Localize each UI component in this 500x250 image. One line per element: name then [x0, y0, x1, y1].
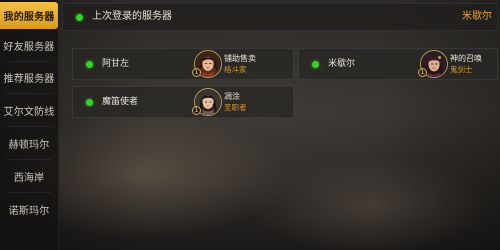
character-name: 凋涂 [224, 92, 240, 101]
tab-divider [6, 126, 52, 127]
online-status-dot [86, 99, 93, 106]
last-login-bar[interactable]: 上次登录的服务器 米歇尔 [62, 3, 498, 31]
level-badge-icon: 1 [192, 68, 201, 77]
character-class: 圣职者 [224, 103, 247, 112]
character-class: 鬼剑士 [450, 65, 473, 74]
server-name: 魔笛使者 [102, 97, 139, 107]
tab-hendon-myre[interactable]: 赫顿玛尔 [0, 128, 58, 158]
tab-divider [6, 93, 52, 94]
online-status-dot [76, 14, 83, 21]
character-name: 铺助售卖 [224, 54, 256, 63]
level-badge-icon: 1 [418, 68, 427, 77]
tab-my-servers[interactable]: 我的服务器 [0, 2, 58, 29]
tab-friend-servers[interactable]: 好友服务器 [0, 30, 58, 60]
server-name: 米歇尔 [328, 59, 356, 69]
level-badge-icon: 1 [192, 106, 201, 115]
server-card-michelle[interactable]: 米歇尔 1 神的召唤 鬼剑士 [298, 48, 498, 80]
server-name: 阿甘左 [102, 59, 130, 69]
server-card-magic-flute-envoy[interactable]: 魔笛使者 1 凋涂 圣职者 [72, 86, 294, 118]
tab-west-coast[interactable]: 西海岸 [0, 161, 58, 191]
tab-divider [6, 192, 52, 193]
server-category-sidebar: 我的服务器 好友服务器 推荐服务器 艾尔文防线 赫顿玛尔 西海岸 诺斯玛尔 [0, 0, 59, 250]
server-card-agan-zuo[interactable]: 阿甘左 1 铺助售卖 格斗家 [72, 48, 294, 80]
online-status-dot [86, 61, 93, 68]
tab-recommended-servers[interactable]: 推荐服务器 [0, 62, 58, 92]
last-login-title: 上次登录的服务器 [92, 11, 172, 22]
tab-divider [6, 159, 52, 160]
online-status-dot [312, 61, 319, 68]
tab-nosmar[interactable]: 诺斯玛尔 [0, 194, 58, 224]
character-class: 格斗家 [224, 65, 247, 74]
last-login-server-name: 米歇尔 [462, 11, 492, 22]
game-background [0, 0, 500, 250]
tab-elvenguard[interactable]: 艾尔文防线 [0, 95, 58, 125]
character-name: 神的召唤 [450, 54, 482, 63]
